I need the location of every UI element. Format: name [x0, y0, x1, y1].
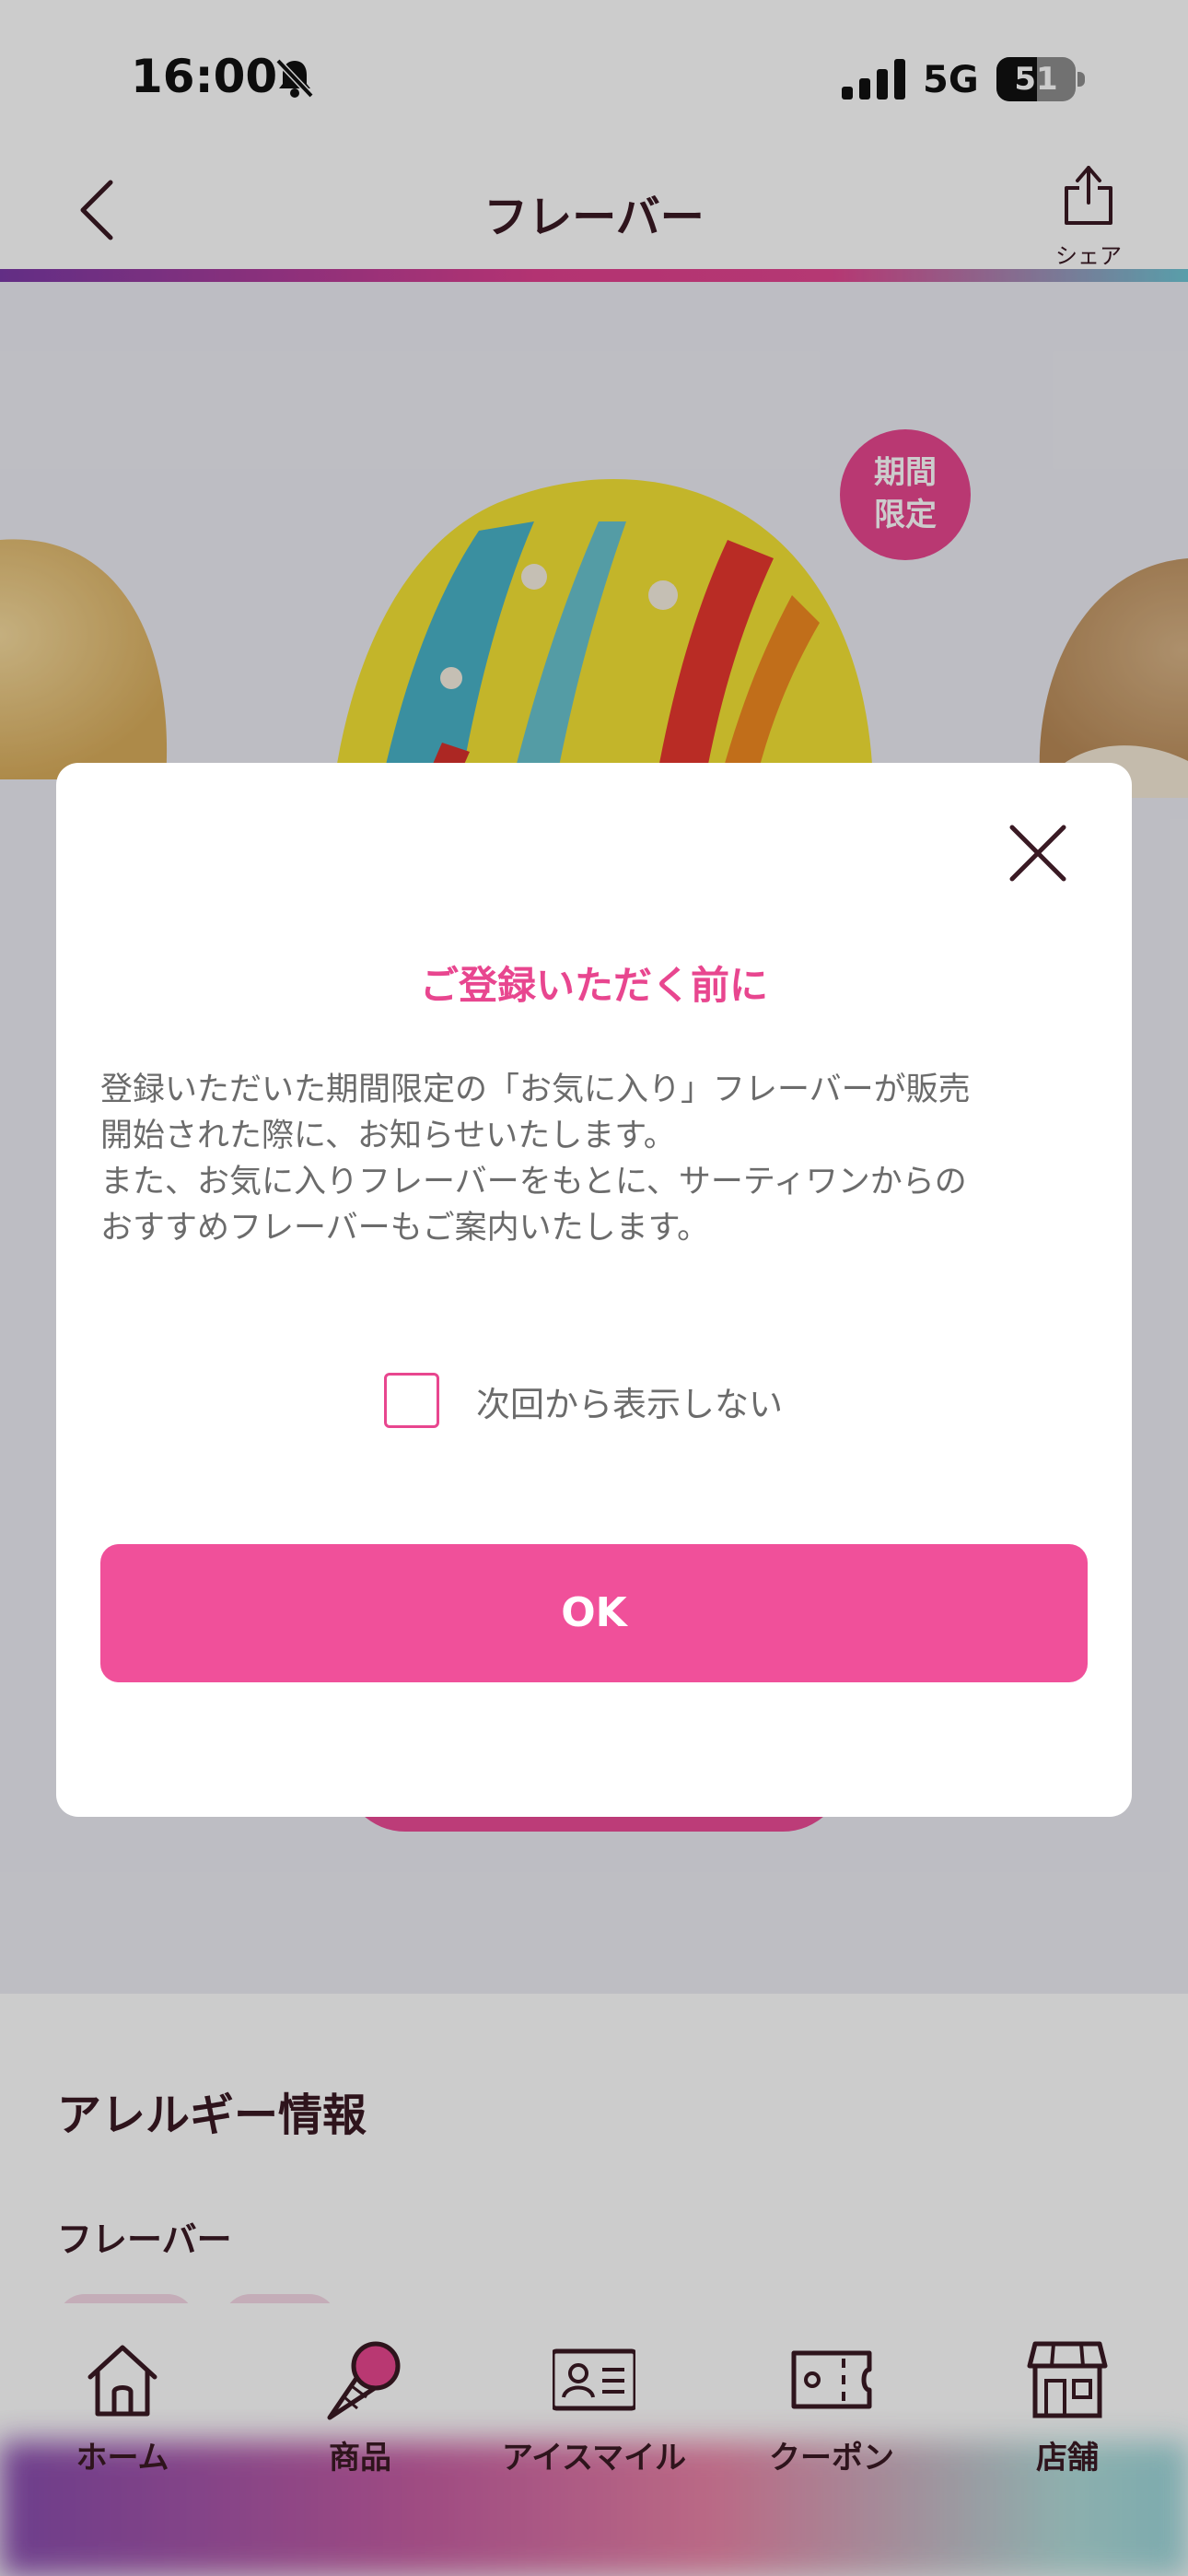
dialog-title: ご登録いただく前に — [419, 963, 768, 1008]
close-icon[interactable] — [1005, 820, 1071, 886]
dialog-message: 登録いただいた期間限定の「お気に入り」フレーバーが販売 開始された際に、お知らせ… — [100, 1071, 971, 1247]
ok-button[interactable]: OK — [100, 1544, 1088, 1682]
dont-show-again-label[interactable]: 次回から表示しない — [476, 1376, 783, 1426]
registration-notice-dialog: ご登録いただく前に 登録いただいた期間限定の「お気に入り」フレーバーが販売 開始… — [56, 763, 1132, 1817]
dont-show-again-checkbox[interactable] — [384, 1373, 439, 1428]
